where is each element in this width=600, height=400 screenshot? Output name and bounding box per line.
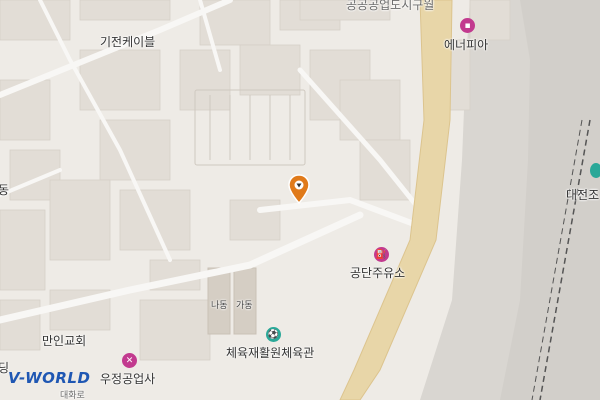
label-ujeong-industry[interactable]: 우정공업사 <box>100 370 155 387</box>
label-daejeon-top[interactable]: 대전조 <box>566 186 599 203</box>
label-top-partial: 공공공업도시구월 <box>346 0 435 12</box>
label-kijeon-cable[interactable]: 기전케이블 <box>100 33 155 50</box>
map-view[interactable]: ▪ ⛽ ⚽ ✕ 공공공업도시구월 기전케이블 에너피아 동 대전조 공단주유소 … <box>0 0 600 400</box>
repair-tools-icon[interactable]: ✕ <box>122 353 137 368</box>
rail-station-icon[interactable] <box>590 163 600 178</box>
label-ga-dong: 가동 <box>236 301 253 311</box>
label-gongdan-gas[interactable]: 공단주유소 <box>350 264 405 281</box>
vworld-logo: V-WORLD <box>8 369 91 387</box>
label-daehwa-ro: 대화로 <box>60 391 85 400</box>
label-energy-pia[interactable]: 에너피아 <box>444 36 488 53</box>
label-na-dong: 나동 <box>211 301 228 311</box>
label-edge-dong: 동 <box>0 183 10 197</box>
shopping-bag-icon[interactable]: ▪ <box>460 18 475 33</box>
label-sports-center[interactable]: 체육재활원체육관 <box>226 344 314 361</box>
label-manin-church[interactable]: 만인교회 <box>42 332 86 349</box>
sports-facility-icon[interactable]: ⚽ <box>266 327 281 342</box>
fuel-station-icon[interactable]: ⛽ <box>374 247 389 262</box>
location-pin-icon[interactable] <box>288 174 310 204</box>
